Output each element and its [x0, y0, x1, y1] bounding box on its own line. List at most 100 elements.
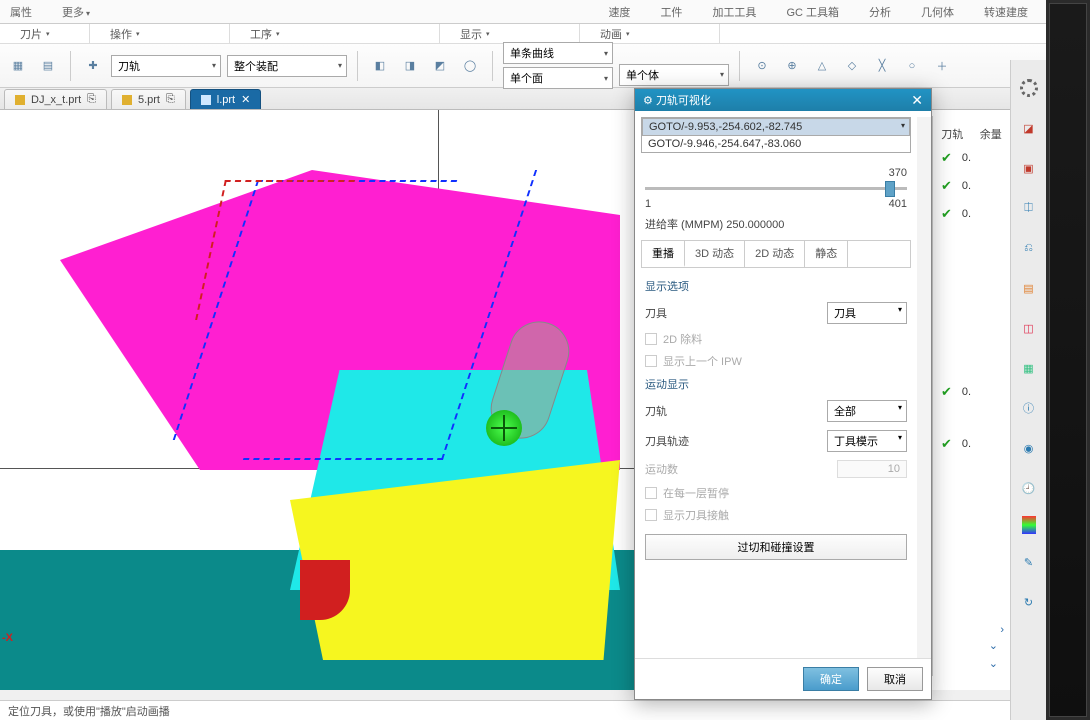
- select-path[interactable]: 全部: [827, 400, 907, 422]
- label-count: 运动数: [645, 461, 678, 477]
- select-tool[interactable]: 刀具: [827, 302, 907, 324]
- label-tool: 刀具: [645, 305, 667, 321]
- rail-icon[interactable]: ⎅: [1017, 196, 1041, 220]
- rail-icon[interactable]: ▤: [1017, 276, 1041, 300]
- rail-icon[interactable]: ◪: [1017, 116, 1041, 140]
- section-motion: 运动显示: [635, 372, 917, 396]
- nav-row[interactable]: ✔0.: [933, 200, 1010, 228]
- close-icon[interactable]: ✕: [911, 92, 923, 109]
- goto-list[interactable]: GOTO/-9.953,-254.602,-82.745 GOTO/-9.946…: [641, 117, 911, 153]
- rail-icon[interactable]: ✎: [1017, 550, 1041, 574]
- list-item[interactable]: GOTO/-9.946,-254.647,-83.060: [642, 136, 910, 152]
- pin-icon[interactable]: ⎘: [166, 93, 175, 106]
- check-icon: ✔: [941, 150, 952, 166]
- section-display: 显示选项: [635, 274, 917, 298]
- gear-icon: ⚙: [643, 95, 653, 107]
- list-item[interactable]: GOTO/-9.953,-254.602,-82.745: [642, 118, 910, 136]
- file-tab[interactable]: DJ_x_t.prt⎘: [4, 89, 107, 109]
- check-icon: ✔: [941, 178, 952, 194]
- cube-icon[interactable]: ◧: [368, 54, 392, 78]
- combo-single[interactable]: 单个体: [619, 64, 729, 86]
- cube-icon[interactable]: ◩: [428, 54, 452, 78]
- chevron-down-icon[interactable]: ⌄: [933, 653, 1010, 674]
- group-display[interactable]: 显示: [460, 26, 482, 42]
- nav-row[interactable]: ✔0.: [933, 378, 1010, 406]
- label-path: 刀轨: [645, 403, 667, 419]
- collision-settings-button[interactable]: 过切和碰撞设置: [645, 534, 907, 560]
- group-process[interactable]: 工序: [250, 26, 272, 42]
- tool-icon[interactable]: ✚: [81, 54, 105, 78]
- snap-icon[interactable]: ○: [900, 54, 924, 78]
- cube-icon[interactable]: ◨: [398, 54, 422, 78]
- rail-icon[interactable]: ↻: [1017, 590, 1041, 614]
- feedrate-label: 进给率 (MMPM) 250.000000: [635, 214, 917, 234]
- nav-row[interactable]: ✔0.: [933, 144, 1010, 172]
- axis-label-x: -X: [2, 632, 13, 644]
- input-count: 10: [837, 460, 907, 478]
- ribbon-item[interactable]: 属性: [10, 4, 32, 20]
- close-icon[interactable]: ✕: [241, 93, 250, 106]
- nav-row[interactable]: ✔0.: [933, 172, 1010, 200]
- combo-assembly[interactable]: 整个装配: [227, 55, 347, 77]
- ribbon-item[interactable]: 加工工具: [712, 4, 756, 20]
- snap-icon[interactable]: ⊕: [780, 54, 804, 78]
- nav-row[interactable]: ✔0.: [933, 430, 1010, 458]
- ribbon-item[interactable]: 几何体: [921, 4, 954, 20]
- chk-pause-layer: 在每一层暂停: [635, 482, 917, 504]
- snap-icon[interactable]: ＋: [930, 54, 954, 78]
- frame-slider[interactable]: [645, 187, 907, 190]
- snap-icon[interactable]: ◇: [840, 54, 864, 78]
- chk-show-contact: 显示刀具接触: [635, 504, 917, 526]
- toolbar: ▦ ▤ ✚ 刀轨 整个装配 ◧ ◨ ◩ ◯ 单条曲线 单个面 单个体 ⊙ ⊕ △…: [0, 44, 1090, 88]
- ribbon-item[interactable]: 分析: [869, 4, 891, 20]
- snap-icon[interactable]: ╳: [870, 54, 894, 78]
- slider-value: 370: [889, 167, 907, 179]
- mode-tabs: 重播 3D 动态 2D 动态 静态: [641, 240, 911, 268]
- rail-icon[interactable]: ⓘ: [1017, 396, 1041, 420]
- snap-icon[interactable]: △: [810, 54, 834, 78]
- rail-icon[interactable]: ◉: [1017, 436, 1041, 460]
- group-op[interactable]: 操作: [110, 26, 132, 42]
- rail-icon[interactable]: ⎌: [1017, 236, 1041, 260]
- slider-thumb[interactable]: [885, 181, 895, 197]
- file-tab[interactable]: 5.prt⎘: [111, 89, 186, 109]
- dialog-titlebar[interactable]: ⚙ 刀轨可视化 ✕: [635, 89, 931, 111]
- combo-wire[interactable]: 单条曲线: [503, 42, 613, 64]
- rail-icon[interactable]: ▣: [1017, 156, 1041, 180]
- toolpath-visualize-dialog: ⚙ 刀轨可视化 ✕ GOTO/-9.953,-254.602,-82.745 G…: [634, 88, 932, 700]
- combo-tool[interactable]: 刀轨: [111, 55, 221, 77]
- tab-2d[interactable]: 2D 动态: [745, 241, 805, 267]
- ribbon-item[interactable]: GC 工具箱: [786, 4, 839, 20]
- gear-icon[interactable]: [1017, 76, 1041, 100]
- select-trace[interactable]: 丁具模示: [827, 430, 907, 452]
- combo-face[interactable]: 单个面: [503, 67, 613, 89]
- rail-icon[interactable]: [1022, 516, 1036, 534]
- tab-3d[interactable]: 3D 动态: [685, 241, 745, 267]
- tool-icon[interactable]: ▤: [36, 54, 60, 78]
- cancel-button[interactable]: 取消: [867, 667, 923, 691]
- settings-rail: ◪ ▣ ⎅ ⎌ ▤ ◫ ▦ ⓘ ◉ 🕘 ✎ ↻: [1010, 60, 1046, 720]
- status-bar: 定位刀具，或使用"播放"启动画播: [0, 700, 1090, 720]
- chk-prev-ipw: 显示上一个 IPW: [635, 350, 917, 372]
- tab-static[interactable]: 静态: [805, 241, 848, 267]
- group-anim[interactable]: 动画: [600, 26, 622, 42]
- check-icon: ✔: [941, 384, 952, 400]
- ribbon-item[interactable]: 工件: [660, 4, 682, 20]
- rail-icon[interactable]: ▦: [1017, 356, 1041, 380]
- ribbon-more[interactable]: 更多: [62, 4, 90, 20]
- tool-icon[interactable]: ▦: [6, 54, 30, 78]
- chk-2d-stock: 2D 除料: [635, 328, 917, 350]
- group-blade[interactable]: 刀片: [20, 26, 42, 42]
- dark-rail: ▶: [1046, 0, 1090, 720]
- file-tab-active[interactable]: l.prt✕: [190, 89, 262, 109]
- pin-icon[interactable]: ⎘: [87, 93, 96, 106]
- snap-icon[interactable]: ⊙: [750, 54, 774, 78]
- ok-button[interactable]: 确定: [803, 667, 859, 691]
- rail-icon[interactable]: 🕘: [1017, 476, 1041, 500]
- tab-replay[interactable]: 重播: [642, 241, 685, 267]
- ribbon-item: 速度: [608, 4, 630, 20]
- rail-icon[interactable]: ◫: [1017, 316, 1041, 340]
- ribbon-item[interactable]: 转速建度: [984, 4, 1028, 20]
- label-trace: 刀具轨迹: [645, 433, 689, 449]
- sphere-icon[interactable]: ◯: [458, 54, 482, 78]
